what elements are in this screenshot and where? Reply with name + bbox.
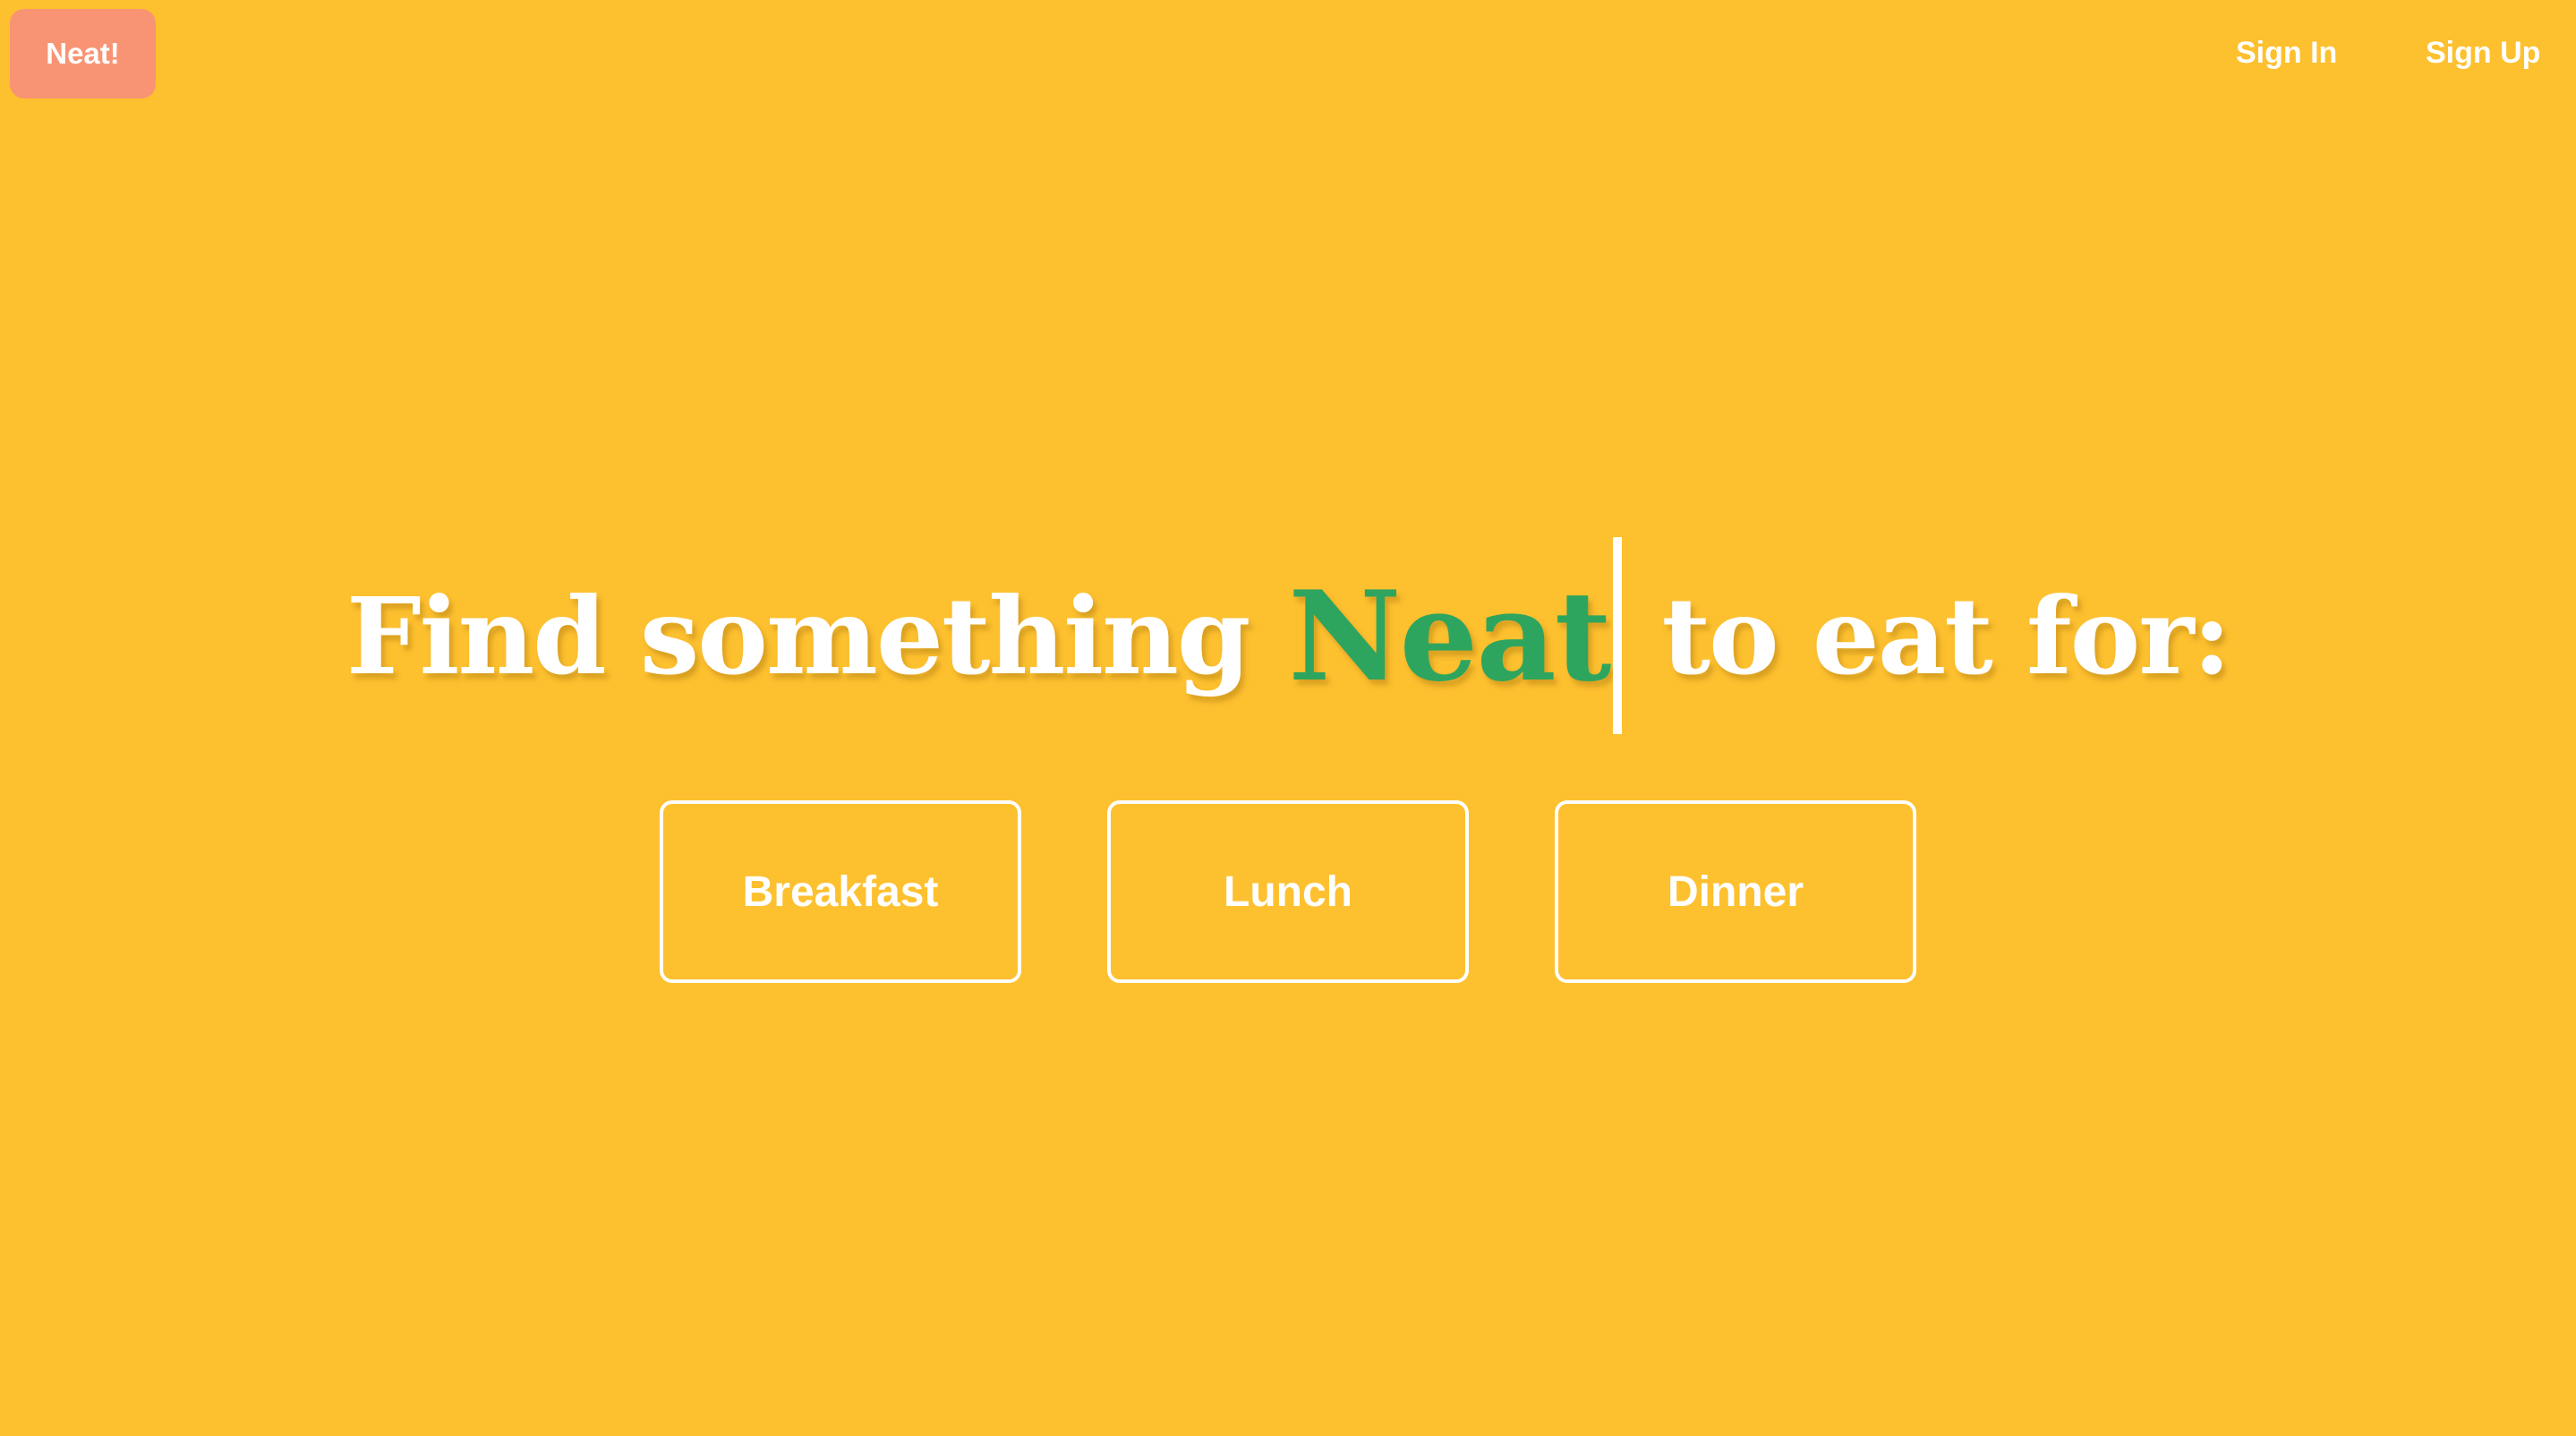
headline-accent-word: Neat: [1288, 562, 1611, 709]
brand-home-button[interactable]: Neat!: [10, 9, 156, 98]
hero-headline: Find something Neat to eat for:: [0, 537, 2576, 734]
sign-in-link[interactable]: Sign In: [2236, 32, 2337, 73]
headline-prefix: Find something: [345, 573, 1250, 698]
sign-up-link[interactable]: Sign Up: [2426, 32, 2540, 73]
breakfast-button[interactable]: Breakfast: [660, 800, 1021, 983]
meal-options: Breakfast Lunch Dinner: [0, 800, 2576, 983]
typing-cursor: [1613, 537, 1623, 734]
page: Neat! Sign In Sign Up Find something Nea…: [0, 0, 2576, 1436]
lunch-button[interactable]: Lunch: [1107, 800, 1469, 983]
headline-suffix: to eat for:: [1661, 573, 2231, 698]
dinner-button[interactable]: Dinner: [1555, 800, 1916, 983]
